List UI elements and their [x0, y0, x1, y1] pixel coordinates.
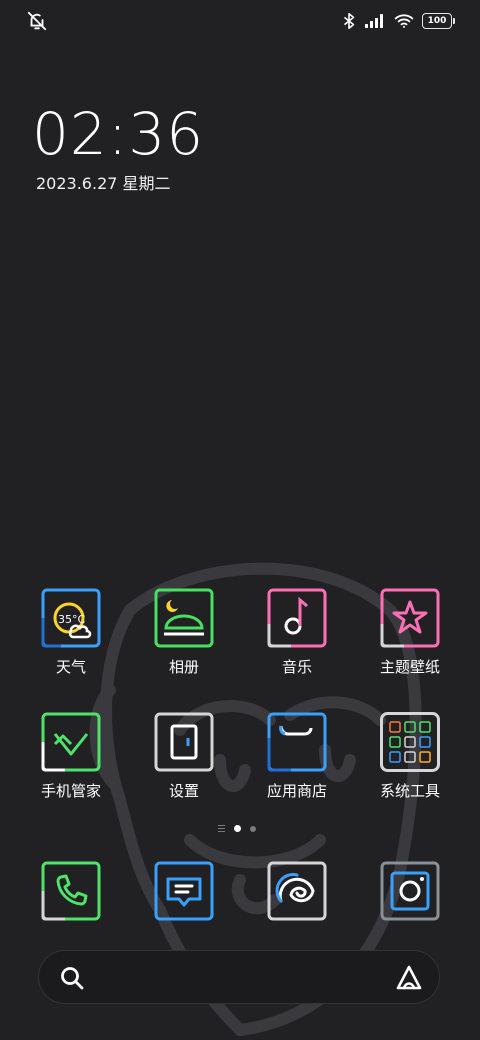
app-label: 应用商店 — [266, 782, 327, 800]
folder-system-tools[interactable]: 系统工具 — [360, 712, 460, 801]
home-screen: 100 02:36 2023.6.27 星期二 35°C 天气 相册 音乐 主题… — [0, 0, 480, 1040]
app-gallery[interactable]: 相册 — [134, 588, 234, 677]
page-indicator[interactable] — [218, 825, 256, 832]
app-music[interactable]: 音乐 — [247, 588, 347, 677]
bluetooth-icon — [343, 12, 355, 30]
assistant-icon[interactable] — [395, 964, 423, 992]
app-label: 手机管家 — [40, 782, 101, 800]
page-dot-active — [234, 825, 241, 832]
app-weather[interactable]: 35°C 天气 — [21, 588, 121, 677]
settings-icon — [154, 712, 214, 772]
wifi-icon — [394, 14, 414, 28]
app-label: 天气 — [55, 658, 86, 676]
phone-icon[interactable] — [41, 861, 101, 921]
camera-icon[interactable] — [380, 861, 440, 921]
gallery-icon — [154, 588, 214, 648]
folder-icon — [380, 712, 440, 772]
app-label: 设置 — [168, 782, 199, 800]
app-security[interactable]: 手机管家 — [21, 712, 121, 801]
app-label: 主题壁纸 — [379, 658, 440, 676]
theme-star-icon — [380, 588, 440, 648]
weather-temp: 35°C — [58, 613, 85, 626]
battery-level: 100 — [427, 16, 447, 26]
app-label: 系统工具 — [379, 782, 440, 800]
app-store-icon — [267, 712, 327, 772]
app-settings[interactable]: 设置 — [134, 712, 234, 801]
page-dot — [250, 825, 256, 832]
bell-muted-icon — [27, 11, 47, 31]
app-store[interactable]: 应用商店 — [247, 712, 347, 801]
app-themes[interactable]: 主题壁纸 — [360, 588, 460, 677]
music-icon — [267, 588, 327, 648]
security-icon — [41, 712, 101, 772]
messages-icon[interactable] — [154, 861, 214, 921]
app-label: 相册 — [168, 658, 199, 676]
clock-date[interactable]: 2023.6.27 星期二 — [36, 170, 171, 194]
search-bar[interactable] — [38, 950, 440, 1004]
app-label: 音乐 — [281, 658, 312, 676]
battery-indicator: 100 — [422, 13, 455, 29]
weather-icon: 35°C — [41, 588, 101, 648]
search-icon[interactable] — [59, 965, 85, 991]
signal-bars-icon — [365, 14, 383, 28]
page-dot-menu — [218, 825, 225, 832]
status-indicators: 100 — [342, 10, 455, 32]
clock-time[interactable]: 02:36 — [32, 100, 204, 168]
browser-icon[interactable] — [267, 861, 327, 921]
